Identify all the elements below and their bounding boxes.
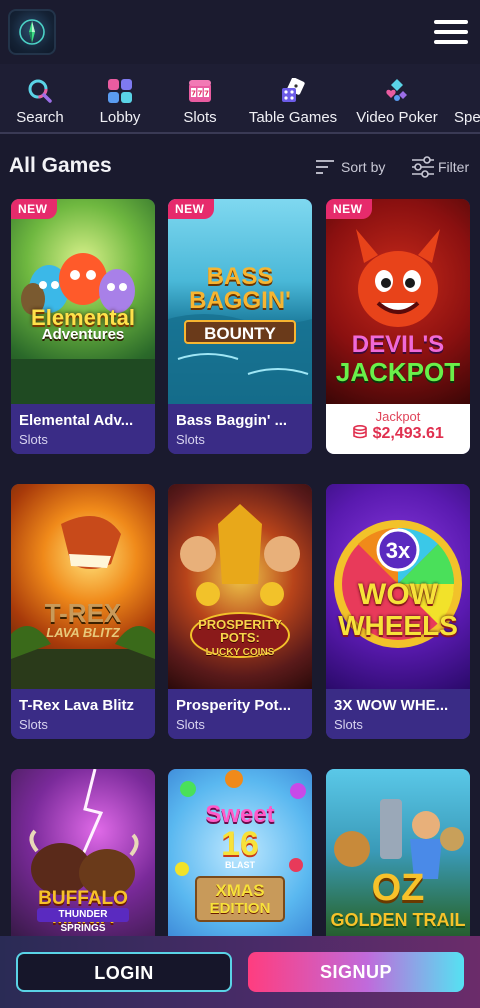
nav-label: Slots: [183, 109, 217, 126]
game-name: T-Rex Lava Blitz: [19, 697, 135, 714]
svg-text:7: 7: [198, 90, 203, 98]
filter-label: Filter: [438, 159, 470, 175]
jackpot-value-row: $2,493.61: [326, 424, 470, 443]
game-art-title: PROSPERITY POTS: LUCKY COINS: [190, 612, 290, 658]
game-info: 3X WOW WHE... Slots: [326, 689, 470, 739]
coins-icon: [353, 424, 367, 439]
top-bar: [0, 0, 480, 64]
nav-item-slots[interactable]: 7 7 7 Slots: [170, 64, 230, 132]
game-art-title: BASS: [206, 263, 274, 290]
game-art-subtitle: LAVA BLITZ: [46, 625, 120, 640]
jackpot-value: $2,493.61: [372, 425, 444, 442]
game-thumbnail: BASS BAGGIN' BOUNTY: [168, 199, 312, 404]
game-art-title: Sweet: [205, 801, 275, 828]
nav-label: Table Games: [248, 109, 338, 126]
game-art-title: OZ: [371, 867, 425, 909]
game-art-title: WOW: [358, 578, 438, 611]
casino-logo[interactable]: [8, 9, 56, 55]
nav-item-table-games[interactable]: Table Games: [246, 64, 340, 132]
game-info: Elemental Adv... Slots: [11, 404, 155, 454]
game-art-title: T-REX: [44, 598, 122, 628]
game-art-title: DEVIL'S: [351, 331, 445, 358]
t-rex-art: [11, 516, 155, 689]
hamburger-menu-icon[interactable]: [434, 18, 470, 46]
sort-by-label: Sort by: [341, 159, 386, 175]
game-category: Slots: [19, 717, 48, 732]
game-art-subtitle: LUCKY COINS: [205, 647, 275, 658]
svg-text:7: 7: [204, 90, 209, 98]
nav-item-lobby[interactable]: Lobby: [90, 64, 150, 132]
nav-item-video-poker[interactable]: Video Poker: [354, 64, 440, 132]
filter-icon: [412, 156, 434, 178]
game-category: Slots: [334, 717, 363, 732]
game-info: T-Rex Lava Blitz Slots: [11, 689, 155, 739]
game-card-devils-jackpot[interactable]: DEVIL'S JACKPOT NEW Jackpot $2,493.61: [326, 199, 470, 454]
game-category: Slots: [176, 432, 205, 447]
nav-label: Lobby: [99, 109, 141, 126]
nav-item-search[interactable]: Search: [10, 64, 70, 132]
login-button[interactable]: LOGIN: [16, 952, 232, 992]
game-card-t-rex-lava-blitz[interactable]: T-REX LAVA BLITZ T-Rex Lava Blitz Slots: [11, 484, 155, 739]
game-info: Prosperity Pot... Slots: [168, 689, 312, 739]
game-art-subtitle-line2: EDITION: [209, 900, 271, 917]
jackpot-label: Jackpot: [375, 409, 421, 424]
game-art-subtitle: GOLDEN TRAIL: [330, 910, 466, 930]
game-art-title-line2: POTS:: [220, 630, 260, 645]
jackpot-info: Jackpot $2,493.61: [326, 404, 470, 454]
game-art-title-line2: BAGGIN': [189, 287, 291, 314]
elemental-characters-art: [11, 253, 155, 404]
game-card-prosperity-pots[interactable]: PROSPERITY POTS: LUCKY COINS Prosperity …: [168, 484, 312, 739]
game-art-subtitle: THUNDER SPRINGS: [37, 908, 129, 934]
compass-icon: [19, 19, 45, 45]
poker-suits-icon: [386, 79, 407, 101]
category-nav: Search Lobby 7 7 7 Slots Table Games Vid…: [0, 64, 480, 134]
game-name: 3X WOW WHE...: [334, 697, 449, 714]
lobby-grid-icon: [108, 79, 132, 103]
game-thumbnail: PROSPERITY POTS: LUCKY COINS: [168, 484, 312, 689]
game-name: Bass Baggin' ...: [176, 412, 288, 429]
game-art-subtitle: XMAS: [215, 881, 265, 900]
game-art-number: 16: [221, 825, 259, 863]
new-badge: NEW: [168, 199, 214, 219]
nav-item-specialty[interactable]: Spe: [454, 64, 480, 132]
game-art-subtitle: WHEELS: [338, 610, 458, 641]
nav-label: Spe: [454, 109, 480, 126]
game-name: Prosperity Pot...: [176, 697, 292, 714]
game-card-bass-baggin-bounty[interactable]: BASS BAGGIN' BOUNTY NEW Bass Baggin' ...…: [168, 199, 312, 454]
nav-label: Search: [16, 109, 64, 126]
auth-bar: LOGIN SIGNUP: [0, 936, 480, 1008]
game-info: Bass Baggin' ... Slots: [168, 404, 312, 454]
slot-machine-icon: 7 7 7: [189, 80, 211, 102]
game-name: Elemental Adv...: [19, 412, 134, 429]
game-thumbnail: DEVIL'S JACKPOT: [326, 199, 470, 404]
svg-text:7: 7: [191, 90, 196, 98]
game-category: Slots: [19, 432, 48, 447]
game-card-elemental-adventures[interactable]: Elemental Adventures NEW Elemental Adv..…: [11, 199, 155, 454]
signup-button[interactable]: SIGNUP: [248, 952, 464, 992]
game-art-subtitle: Adventures: [41, 326, 125, 343]
search-icon: [28, 79, 52, 103]
game-card-3x-wow-wheels[interactable]: 3x WOW WHEELS 3X WOW WHE... Slots: [326, 484, 470, 739]
golden-dragon-art: [180, 504, 300, 606]
game-thumbnail: Elemental Adventures: [11, 199, 155, 404]
new-badge: NEW: [11, 199, 57, 219]
game-art-multiplier: 3x: [385, 538, 411, 563]
game-thumbnail: 3x WOW WHEELS: [326, 484, 470, 689]
nav-label: Video Poker: [356, 109, 438, 126]
new-badge: NEW: [326, 199, 372, 219]
game-category: Slots: [176, 717, 205, 732]
section-title: All Games: [9, 154, 112, 177]
game-art-blast: BLAST: [225, 860, 255, 870]
game-thumbnail: T-REX LAVA BLITZ: [11, 484, 155, 689]
cards-dice-icon: [282, 78, 305, 102]
sort-icon: [316, 160, 334, 174]
game-art-subtitle: JACKPOT: [335, 357, 461, 387]
game-art-subtitle: BOUNTY: [184, 320, 296, 344]
